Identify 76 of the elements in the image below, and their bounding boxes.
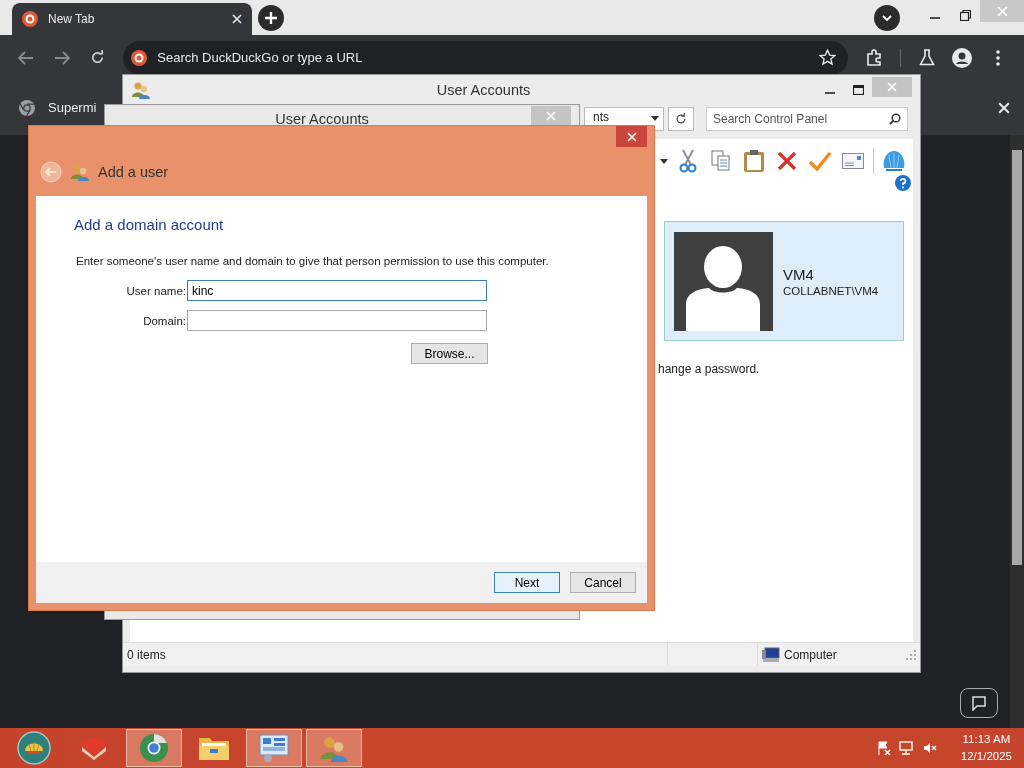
account-domain: COLLABNET\VM4 <box>783 284 879 297</box>
user-avatar-icon <box>674 231 773 331</box>
browser-icon[interactable] <box>139 733 169 763</box>
control-panel-icon[interactable] <box>258 733 290 763</box>
restore-icon[interactable] <box>959 9 971 21</box>
window-title: User Accounts <box>435 82 532 98</box>
clipboard-icon[interactable] <box>743 149 765 173</box>
computer-icon <box>762 646 780 663</box>
tab-search-button[interactable] <box>874 5 900 31</box>
address-bar[interactable]: Search DuckDuckGo or type a URL <box>123 40 848 75</box>
browser-tab[interactable]: New Tab <box>12 3 252 35</box>
dropdown-caret-icon[interactable] <box>660 158 668 164</box>
taskbar-button[interactable] <box>246 729 302 767</box>
resize-grip-icon[interactable] <box>906 649 916 660</box>
users-icon <box>131 81 151 99</box>
extensions-icon[interactable] <box>864 48 883 67</box>
chat-button[interactable] <box>960 688 998 718</box>
search-icon[interactable] <box>889 113 901 125</box>
browse-button[interactable]: Browse... <box>411 343 488 364</box>
menu-icon[interactable] <box>996 49 1001 66</box>
account-card[interactable]: VM4 COLLABNET\VM4 <box>664 221 904 341</box>
taskbar-button[interactable] <box>126 729 182 767</box>
window-title: User Accounts <box>274 111 370 127</box>
forward-icon[interactable] <box>53 50 70 65</box>
chevron-down-icon[interactable] <box>882 13 892 23</box>
muted-speaker-icon[interactable] <box>922 741 937 755</box>
scissors-icon[interactable] <box>679 149 697 173</box>
flag-icon[interactable] <box>876 741 891 755</box>
close-button[interactable] <box>531 106 571 126</box>
refresh-button[interactable] <box>668 107 694 131</box>
input-field[interactable]: kinc <box>187 280 487 301</box>
scrollbar-thumb[interactable] <box>1012 150 1022 565</box>
close-icon[interactable] <box>998 101 1010 114</box>
change-password-link[interactable]: hange a password. <box>658 362 904 376</box>
chromium-icon <box>18 98 36 117</box>
search-input[interactable]: Search Control Panel <box>713 112 873 126</box>
users-icon <box>70 163 90 181</box>
field-label: Domain: <box>142 314 187 327</box>
scrollbar[interactable] <box>1010 135 1024 728</box>
plus-icon[interactable] <box>264 11 278 25</box>
profile-icon[interactable] <box>952 47 973 68</box>
back-icon[interactable] <box>17 50 34 65</box>
search-field[interactable]: Search Control Panel <box>706 107 908 131</box>
cancel-button[interactable]: Cancel <box>570 572 636 593</box>
start-button[interactable] <box>17 731 51 765</box>
refresh-icon[interactable] <box>675 113 687 125</box>
instructions-text: Enter someone's user name and domain to give that person permission to use this computer. <box>76 255 550 267</box>
duck-logo-icon <box>131 49 148 66</box>
zone-label: Computer <box>784 647 837 662</box>
close-button[interactable] <box>616 126 647 147</box>
input-field[interactable] <box>187 310 487 331</box>
dialog-title: Add a user <box>98 164 169 180</box>
envelope-icon[interactable] <box>842 153 864 169</box>
duck-logo-icon <box>22 11 38 27</box>
infobar-text: Supermi <box>48 100 97 115</box>
dropdown-caret-icon[interactable] <box>651 116 659 121</box>
network-icon[interactable] <box>898 741 915 755</box>
copy-icon[interactable] <box>711 150 731 172</box>
flask-icon[interactable] <box>918 49 935 66</box>
delete-icon[interactable] <box>777 151 797 171</box>
checkmark-icon[interactable] <box>809 151 831 171</box>
help-icon[interactable] <box>895 175 911 191</box>
reload-icon[interactable] <box>89 50 105 65</box>
clock-time[interactable]: 11:13 AM <box>962 731 1011 748</box>
bookmark-star-icon[interactable] <box>819 49 836 66</box>
clock-date[interactable]: 12/1/2025 <box>960 748 1012 765</box>
shell-icon[interactable] <box>882 150 906 172</box>
account-name: VM4 <box>783 265 815 283</box>
item-count: 0 items <box>127 647 166 662</box>
dialog-heading: Add a domain account <box>74 216 225 233</box>
next-button[interactable]: Next <box>494 572 560 593</box>
new-tab-button[interactable] <box>258 5 284 31</box>
close-icon[interactable] <box>232 14 242 24</box>
maximize-icon[interactable] <box>852 85 864 95</box>
field-label: User name: <box>125 284 187 297</box>
chat-icon[interactable] <box>971 695 987 711</box>
